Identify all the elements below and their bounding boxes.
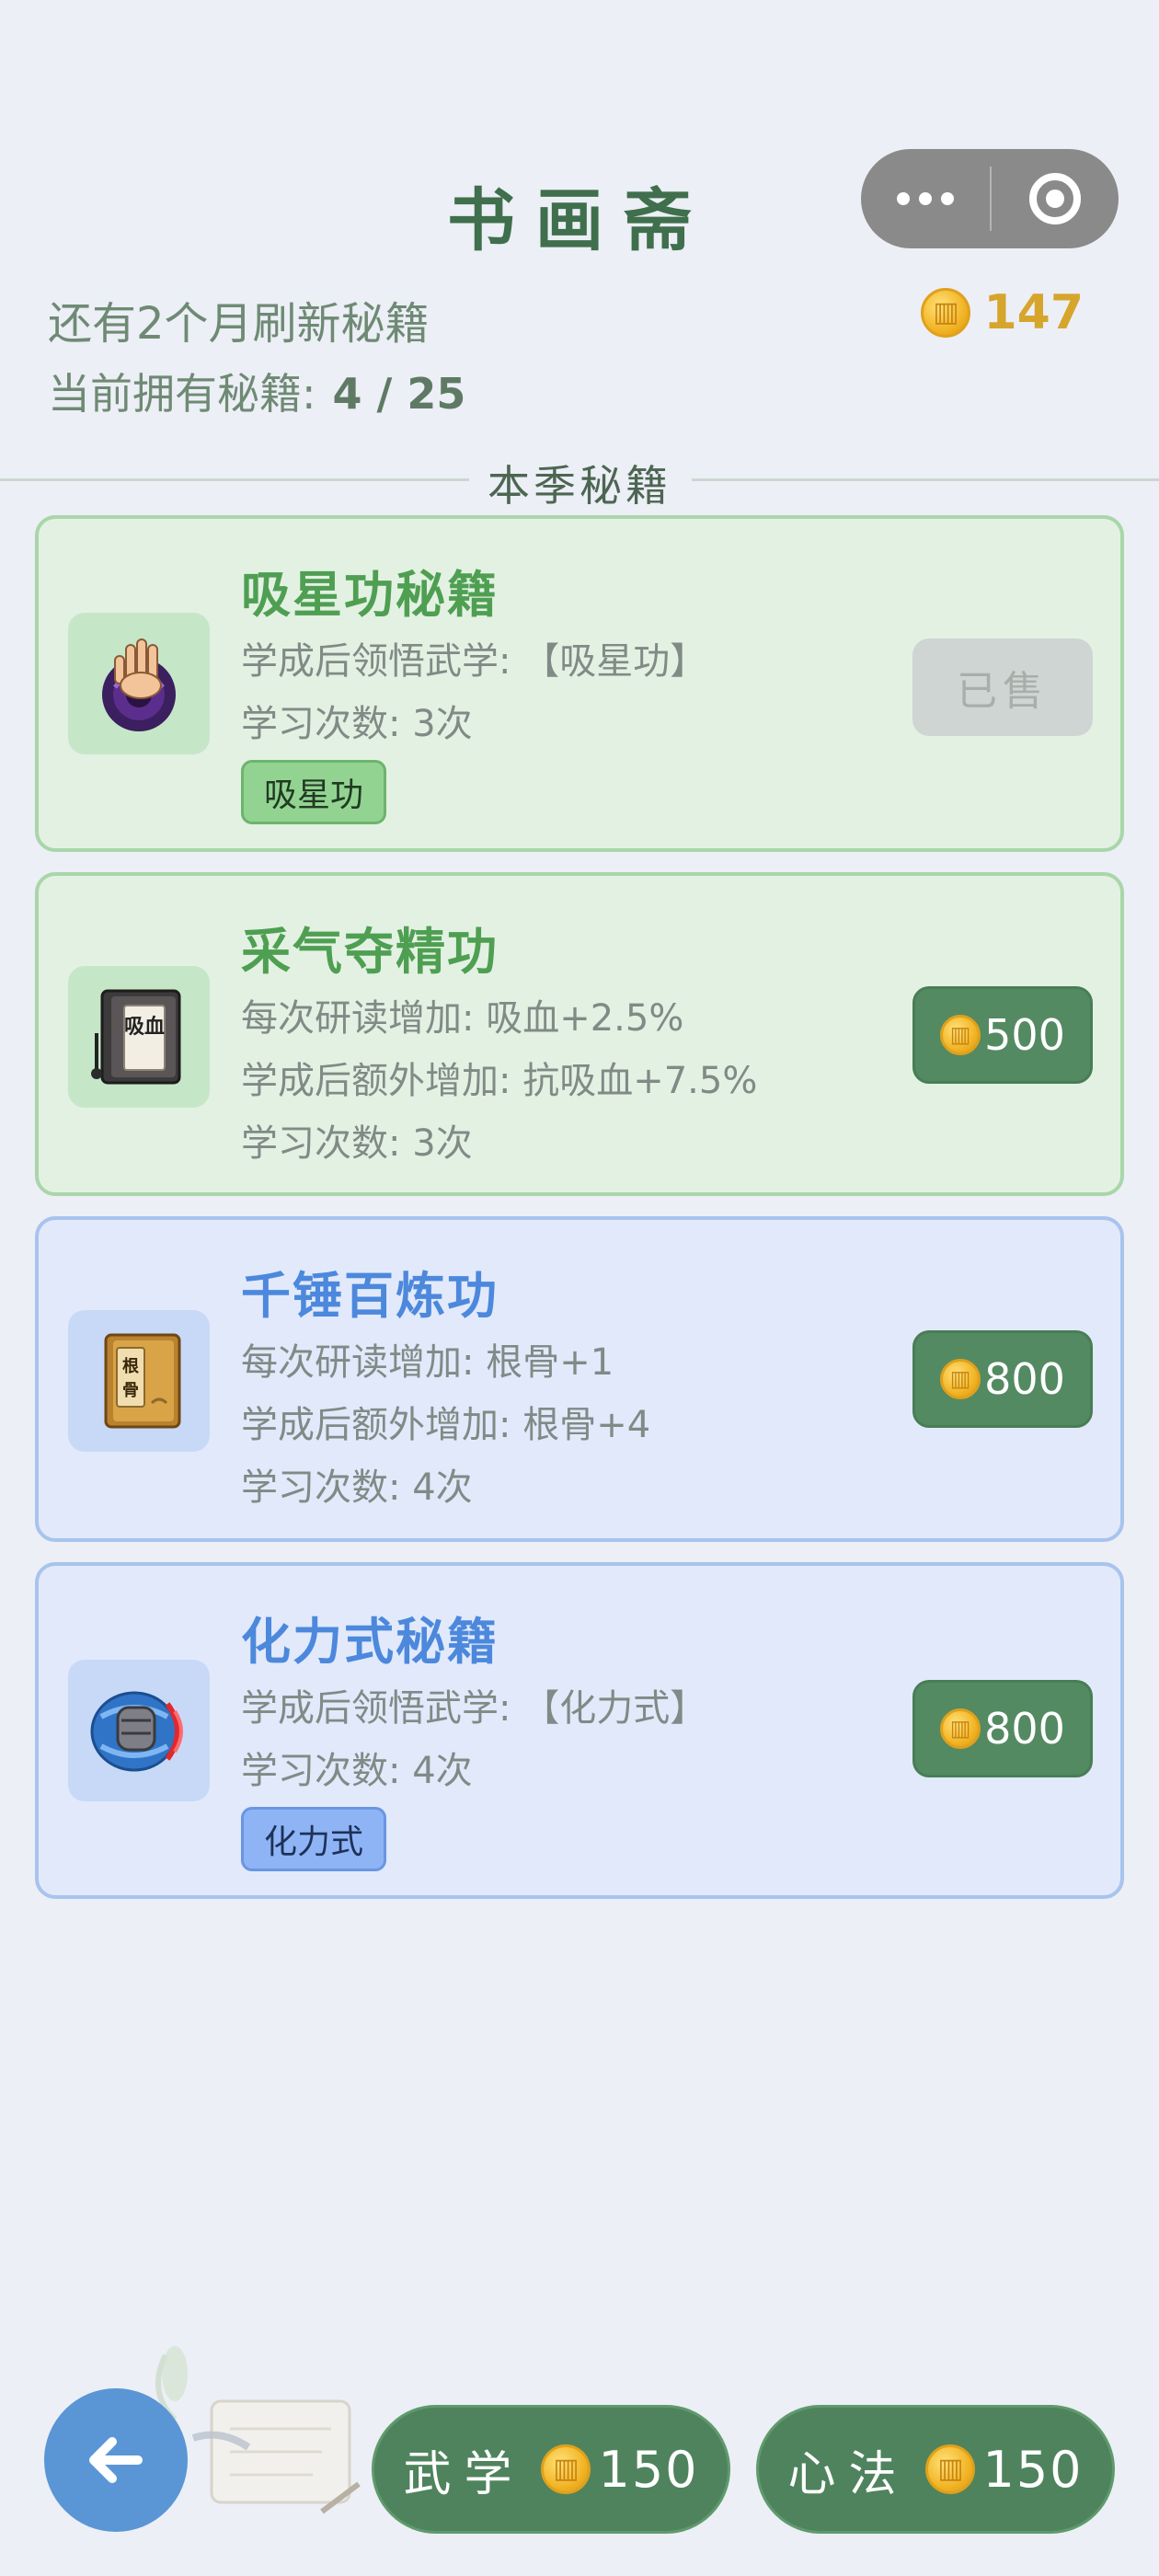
book-name: 化力式秘籍 (241, 1613, 499, 1671)
svg-text:根: 根 (122, 1356, 139, 1376)
back-button[interactable] (44, 2388, 188, 2532)
xinfa-label: 心法 (787, 2446, 910, 2502)
mini-program-capsule (861, 149, 1119, 248)
refresh-countdown: 还有2个月刷新秘籍 (48, 298, 430, 350)
book-name: 千锤百炼功 (241, 1267, 499, 1325)
coin-icon (940, 1015, 981, 1055)
coin-icon (925, 2444, 976, 2494)
target-close-icon[interactable] (992, 149, 1119, 248)
owned-count: 当前拥有秘籍: 4 / 25 (48, 361, 465, 421)
book-bonus: 学成后额外增加: 抗吸血+7.5% (241, 1060, 758, 1102)
shield-fist-icon (68, 1660, 210, 1801)
coin-icon (940, 1359, 981, 1399)
skill-tag: 化力式 (241, 1807, 387, 1871)
buy-price: 800 (984, 1354, 1065, 1404)
owned-label: 当前拥有秘籍: (48, 369, 316, 419)
book-gengu-icon: 根 骨 (68, 1310, 210, 1452)
book-study-count: 学习次数: 4次 (241, 1750, 473, 1792)
skill-tag: 吸星功 (241, 760, 387, 824)
coin-amount: 147 (983, 285, 1084, 340)
section-title: 本季秘籍 (488, 461, 671, 511)
book-desc: 学成后领悟武学: 【化力式】 (241, 1687, 707, 1730)
xinfa-price: 150 (982, 2440, 1084, 2499)
book-name: 吸星功秘籍 (241, 566, 499, 624)
coin-balance: 147 (921, 285, 1084, 340)
more-dots-icon[interactable] (861, 149, 990, 248)
wuxue-label: 武学 (403, 2446, 525, 2502)
coin-icon (921, 288, 971, 338)
book-effect: 每次研读增加: 根骨+1 (241, 1341, 614, 1384)
wuxue-button[interactable]: 武学 150 (372, 2405, 730, 2534)
buy-button[interactable]: 500 (912, 986, 1093, 1084)
book-card-qianchuibailian: 根 骨 千锤百炼功 每次研读增加: 根骨+1 学成后额外增加: 根骨+4 学习次… (35, 1216, 1124, 1542)
book-desc: 学成后领悟武学: 【吸星功】 (241, 640, 707, 683)
buy-price: 800 (984, 1704, 1065, 1754)
buy-price: 500 (984, 1010, 1065, 1060)
svg-text:骨: 骨 (122, 1381, 139, 1400)
sold-button: 已售 (912, 638, 1093, 736)
buy-button[interactable]: 800 (912, 1330, 1093, 1428)
book-card-caiqiduojing: 吸血 采气夺精功 每次研读增加: 吸血+2.5% 学成后额外增加: 抗吸血+7.… (35, 872, 1124, 1196)
owned-value: 4 / 25 (332, 369, 466, 419)
book-study-count: 学习次数: 4次 (241, 1466, 473, 1509)
book-card-xixinggong: 吸星功秘籍 学成后领悟武学: 【吸星功】 学习次数: 3次 吸星功 已售 (35, 515, 1124, 852)
buy-button[interactable]: 800 (912, 1680, 1093, 1777)
book-name: 采气夺精功 (241, 923, 499, 981)
coin-icon (541, 2444, 591, 2494)
book-study-count: 学习次数: 3次 (241, 1122, 473, 1165)
book-bonus: 学成后额外增加: 根骨+4 (241, 1404, 651, 1446)
book-study-count: 学习次数: 3次 (241, 703, 473, 745)
back-arrow-icon (89, 2437, 143, 2483)
xinfa-button[interactable]: 心法 150 (756, 2405, 1115, 2534)
book-icon-text: 吸血 (124, 1015, 165, 1039)
book-xixue-icon: 吸血 (68, 966, 210, 1108)
coin-icon (940, 1708, 981, 1749)
wuxue-price: 150 (598, 2440, 699, 2499)
book-effect: 每次研读增加: 吸血+2.5% (241, 997, 684, 1040)
book-card-hualishi: 化力式秘籍 学成后领悟武学: 【化力式】 学习次数: 4次 化力式 800 (35, 1562, 1124, 1899)
swirl-hand-icon (68, 613, 210, 754)
